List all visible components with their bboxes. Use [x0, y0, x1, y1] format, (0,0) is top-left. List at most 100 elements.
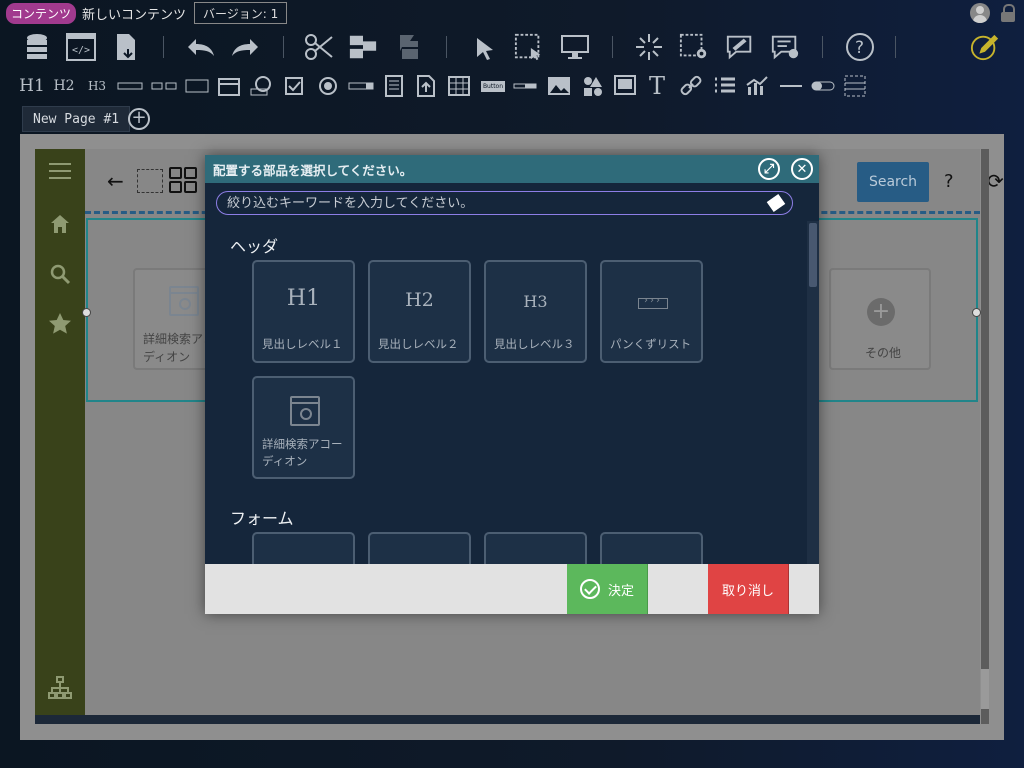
h3-tool[interactable]: H3	[86, 74, 108, 98]
paste-icon[interactable]	[394, 32, 424, 62]
preview-monitor-icon[interactable]	[560, 32, 590, 62]
grid-icon[interactable]	[169, 167, 199, 195]
component-form-item[interactable]	[368, 532, 471, 564]
cancel-button-label: 取り消し	[721, 583, 774, 599]
lock-icon[interactable]	[1000, 4, 1016, 22]
undo-icon[interactable]	[186, 32, 216, 62]
range-input-icon[interactable]	[150, 74, 178, 98]
search-icon[interactable]	[47, 261, 73, 287]
component-h3[interactable]: H3 見出しレベル３	[484, 260, 587, 363]
component-form-item[interactable]	[600, 532, 703, 564]
image-placeholder-icon	[137, 169, 163, 193]
tab-new-page-1[interactable]: New Page #1	[22, 106, 131, 132]
image-icon[interactable]	[546, 74, 572, 98]
table-icon[interactable]	[446, 74, 472, 98]
select-pointer-icon[interactable]	[470, 34, 500, 64]
accordion-search-icon	[290, 396, 320, 426]
component-accordion-search[interactable]: 詳細検索アコー ディオン	[252, 376, 355, 479]
plus-circle-icon: +	[867, 298, 895, 326]
time-icon[interactable]	[248, 74, 274, 98]
input-icon[interactable]	[116, 74, 144, 98]
region-settings-icon[interactable]	[679, 32, 709, 62]
h1-icon: H1	[286, 286, 321, 311]
close-icon[interactable]: ✕	[791, 158, 813, 180]
user-avatar-icon[interactable]	[970, 3, 990, 23]
component-breadcrumb[interactable]: パンくずリスト	[600, 260, 703, 363]
h1-tool[interactable]: H1	[18, 74, 46, 98]
ok-button[interactable]: 決定	[567, 564, 648, 614]
reload-icon[interactable]: ⟳	[987, 169, 1004, 193]
radio-icon[interactable]	[316, 74, 340, 98]
help-icon[interactable]: ?	[845, 32, 875, 62]
comment-settings-icon[interactable]	[770, 32, 800, 62]
preview-other-card[interactable]: + その他	[829, 268, 931, 370]
separator	[895, 36, 896, 58]
sparkle-icon[interactable]	[634, 32, 664, 62]
help-question-icon[interactable]: ?	[944, 171, 954, 192]
redo-icon[interactable]	[230, 32, 260, 62]
breadcrumb-icon	[638, 295, 668, 309]
eraser-icon[interactable]	[766, 196, 782, 210]
check-circle-icon	[579, 579, 600, 599]
parts-toolbar: H1 H2 H3 Button T	[0, 72, 1024, 102]
app-badge[interactable]: コンテンツ	[6, 2, 77, 24]
component-form-item[interactable]	[252, 532, 355, 564]
comment-edit-icon[interactable]	[725, 32, 755, 62]
page-tab-row: New Page #1 +	[0, 106, 1024, 134]
separator	[163, 36, 164, 58]
resize-handle-right[interactable]	[972, 308, 981, 317]
svg-text:</>: </>	[72, 45, 90, 56]
canvas-scrollbar[interactable]	[981, 149, 989, 724]
star-icon[interactable]	[47, 311, 73, 337]
document-title[interactable]: 新しいコンテンツ	[82, 4, 186, 23]
select-icon[interactable]	[348, 74, 374, 98]
version-selector[interactable]: バージョン: 1	[194, 2, 288, 24]
category-header: ヘッダ	[230, 237, 279, 256]
textbox-icon[interactable]	[184, 74, 210, 98]
document-icon[interactable]	[382, 74, 406, 98]
search-button[interactable]: Search	[857, 162, 929, 202]
button-icon[interactable]: Button	[480, 74, 506, 98]
copy-blocks-icon[interactable]	[348, 32, 378, 62]
preview-side-nav	[35, 149, 85, 724]
upload-icon[interactable]	[414, 74, 438, 98]
filter-input[interactable]	[227, 194, 757, 212]
download-doc-icon[interactable]	[112, 32, 142, 62]
sitemap-icon[interactable]	[47, 675, 73, 701]
checkbox-icon[interactable]	[282, 74, 306, 98]
h2-tool[interactable]: H2	[52, 74, 76, 98]
chart-icon[interactable]	[744, 74, 770, 98]
button-tool-label: Button	[480, 80, 506, 92]
link-icon[interactable]	[678, 74, 704, 98]
date-icon[interactable]	[216, 74, 242, 98]
placeholder-icon[interactable]	[842, 74, 868, 98]
home-icon[interactable]	[47, 211, 73, 237]
dialog-scrollbar[interactable]	[807, 221, 819, 564]
separator	[446, 36, 447, 58]
hamburger-menu-icon[interactable]	[47, 159, 73, 185]
add-tab-icon[interactable]: +	[128, 108, 150, 130]
separator	[822, 36, 823, 58]
html-code-icon[interactable]: </>	[66, 32, 96, 62]
edit-pencil-icon[interactable]	[970, 32, 1000, 62]
hr-icon[interactable]	[778, 74, 804, 98]
resize-handle-left[interactable]	[82, 308, 91, 317]
select-region-icon[interactable]	[514, 32, 544, 62]
line-icon[interactable]	[512, 74, 538, 98]
cut-icon[interactable]	[304, 32, 334, 62]
filter-search[interactable]	[216, 191, 793, 215]
shapes-icon[interactable]	[580, 74, 606, 98]
toggle-icon[interactable]	[810, 74, 836, 98]
component-form-item[interactable]	[484, 532, 587, 564]
component-label-line1: 詳細検索アコー	[262, 437, 343, 451]
h3-icon: H3	[523, 292, 548, 311]
component-h1[interactable]: H1 見出しレベル１	[252, 260, 355, 363]
cancel-button[interactable]: 取り消し	[708, 564, 789, 614]
back-arrow-icon[interactable]: ←	[107, 169, 124, 193]
monitor-icon[interactable]	[612, 74, 638, 98]
list-icon[interactable]	[712, 74, 738, 98]
text-icon[interactable]: T	[644, 72, 670, 100]
component-h2[interactable]: H2 見出しレベル２	[368, 260, 471, 363]
maximize-icon[interactable]: ⤢	[758, 158, 780, 180]
database-icon[interactable]	[22, 32, 52, 62]
